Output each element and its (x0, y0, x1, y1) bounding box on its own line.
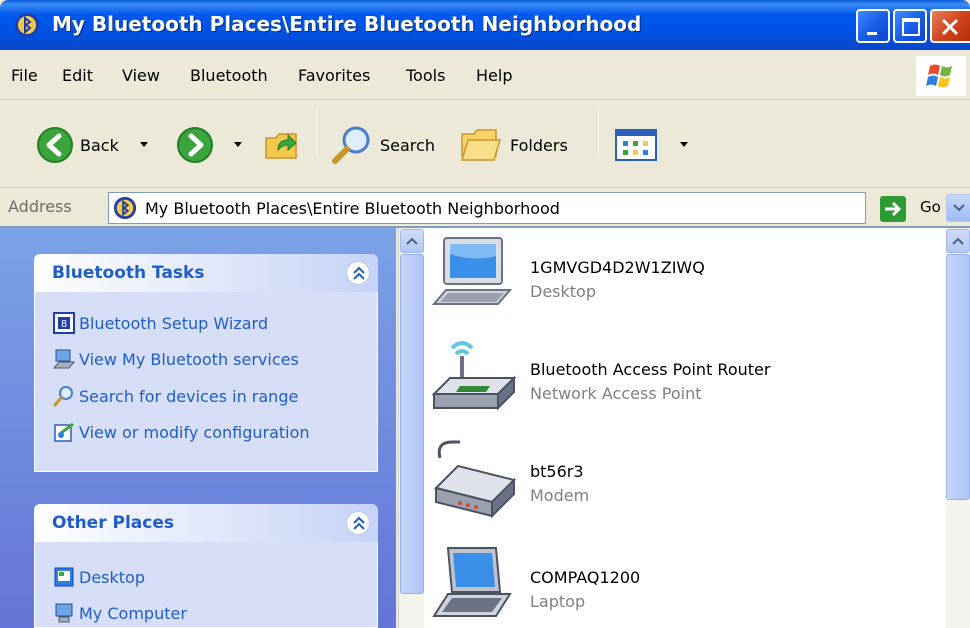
views-button[interactable] (614, 128, 658, 162)
menu-bluetooth[interactable]: Bluetooth (190, 66, 268, 85)
menu-bar: File Edit View Bluetooth Favorites Tools… (0, 50, 970, 100)
device-list: 1GMVGD4D2W1ZIWQ Desktop Bluetooth Access… (424, 228, 946, 628)
task-label: Bluetooth Setup Wizard (79, 313, 268, 333)
desktop-icon (54, 567, 74, 587)
address-dropdown-button[interactable] (946, 194, 970, 222)
go-button[interactable]: Go (920, 198, 941, 216)
device-type: Laptop (530, 592, 586, 611)
minimize-button[interactable] (856, 9, 890, 43)
folders-icon (460, 129, 502, 161)
window-title: My Bluetooth Places\Entire Bluetooth Nei… (52, 12, 642, 36)
menu-favorites[interactable]: Favorites (298, 66, 370, 85)
menu-help[interactable]: Help (476, 66, 512, 85)
collapse-chevron-icon[interactable] (346, 511, 370, 535)
task-view-modify-configuration[interactable]: View or modify configuration (53, 421, 310, 443)
search-button[interactable]: Search (330, 124, 435, 166)
maximize-button[interactable] (893, 9, 927, 43)
chevron-up-icon (406, 237, 418, 245)
svg-text:8: 8 (61, 319, 67, 330)
bluetooth-tasks-header[interactable]: Bluetooth Tasks (34, 254, 378, 292)
back-label: Back (80, 135, 119, 155)
views-dropdown-icon[interactable] (680, 142, 688, 147)
address-field[interactable]: My Bluetooth Places\Entire Bluetooth Nei… (108, 192, 970, 224)
other-places-header[interactable]: Other Places (34, 504, 378, 542)
task-search-devices[interactable]: Search for devices in range (53, 385, 298, 407)
device-item[interactable]: COMPAQ1200 Laptop (430, 542, 930, 628)
scroll-thumb[interactable] (946, 254, 970, 500)
toolbar-separator (598, 110, 599, 154)
task-label: Search for devices in range (79, 386, 299, 406)
device-item[interactable]: Bluetooth Access Point Router Network Ac… (430, 334, 930, 434)
my-computer-icon (55, 603, 73, 623)
configuration-icon (54, 422, 74, 442)
task-label: View My Bluetooth services (79, 349, 299, 369)
modem-icon (434, 440, 516, 519)
device-item[interactable]: 1GMVGD4D2W1ZIWQ Desktop (430, 232, 930, 332)
task-label: Desktop (79, 567, 145, 587)
forward-dropdown-icon[interactable] (234, 142, 242, 147)
search-label: Search (380, 135, 435, 155)
windows-logo-icon (916, 56, 966, 96)
task-view-bluetooth-services[interactable]: View My Bluetooth services (53, 348, 299, 370)
magnifier-icon (53, 386, 73, 407)
device-type: Network Access Point (530, 384, 702, 403)
device-name: Bluetooth Access Point Router (530, 360, 771, 379)
chevron-up-icon (952, 237, 964, 245)
task-pane: Bluetooth Tasks 8 Bluetooth Setup Wizard… (0, 228, 396, 628)
menu-file[interactable]: File (11, 66, 38, 85)
task-label: View or modify configuration (79, 422, 310, 442)
scroll-up-button[interactable] (400, 229, 424, 253)
device-type: Modem (530, 486, 590, 505)
views-icon (615, 129, 657, 161)
wizard-icon: 8 (53, 312, 75, 334)
place-my-computer[interactable]: My Computer (53, 602, 187, 624)
back-dropdown-icon[interactable] (140, 142, 148, 147)
device-item[interactable]: bt56r3 Modem (430, 436, 930, 536)
bluetooth-places-icon (113, 196, 137, 220)
maximize-icon (902, 18, 920, 36)
back-button[interactable]: Back (36, 126, 119, 164)
device-name: 1GMVGD4D2W1ZIWQ (530, 258, 705, 277)
go-arrow-icon[interactable] (880, 196, 906, 222)
title-bar[interactable]: My Bluetooth Places\Entire Bluetooth Nei… (0, 0, 970, 50)
collapse-chevron-icon[interactable] (346, 261, 370, 285)
bluetooth-tasks-title: Bluetooth Tasks (52, 263, 205, 283)
device-type: Desktop (530, 282, 596, 301)
menu-view[interactable]: View (122, 66, 160, 85)
menu-edit[interactable]: Edit (62, 66, 93, 85)
close-icon (941, 18, 959, 36)
desktop-computer-icon (431, 237, 513, 305)
folders-label: Folders (510, 135, 568, 155)
access-point-icon (431, 341, 517, 411)
menu-tools[interactable]: Tools (406, 66, 445, 85)
up-folder-icon[interactable] (262, 124, 302, 164)
forward-button[interactable] (176, 126, 214, 164)
address-bar: Address My Bluetooth Places\Entire Bluet… (0, 188, 970, 228)
laptop-icon (432, 547, 512, 617)
chevron-down-icon (953, 204, 965, 212)
close-button[interactable] (930, 9, 970, 43)
minimize-icon (867, 32, 877, 35)
task-label: My Computer (79, 603, 187, 623)
bluetooth-places-icon (15, 13, 39, 37)
folders-button[interactable]: Folders (460, 126, 568, 164)
address-label: Address (8, 197, 72, 216)
scroll-up-button[interactable] (946, 229, 970, 253)
computer-services-icon (53, 349, 75, 369)
task-bluetooth-setup-wizard[interactable]: 8 Bluetooth Setup Wizard (53, 312, 268, 334)
other-places-body: Desktop My Computer (34, 542, 378, 628)
task-pane-scrollbar[interactable] (398, 228, 424, 628)
address-value: My Bluetooth Places\Entire Bluetooth Nei… (145, 199, 560, 218)
content-scrollbar[interactable] (946, 228, 970, 628)
place-desktop[interactable]: Desktop (53, 566, 145, 588)
forward-arrow-icon (177, 127, 213, 163)
search-icon (332, 126, 370, 164)
device-name: bt56r3 (530, 462, 584, 481)
bluetooth-tasks-body: 8 Bluetooth Setup Wizard View My Bluetoo… (34, 292, 378, 472)
toolbar-separator (316, 110, 317, 154)
back-arrow-icon (37, 127, 73, 163)
other-places-title: Other Places (52, 513, 174, 533)
scroll-thumb[interactable] (400, 254, 424, 594)
device-name: COMPAQ1200 (530, 568, 641, 587)
